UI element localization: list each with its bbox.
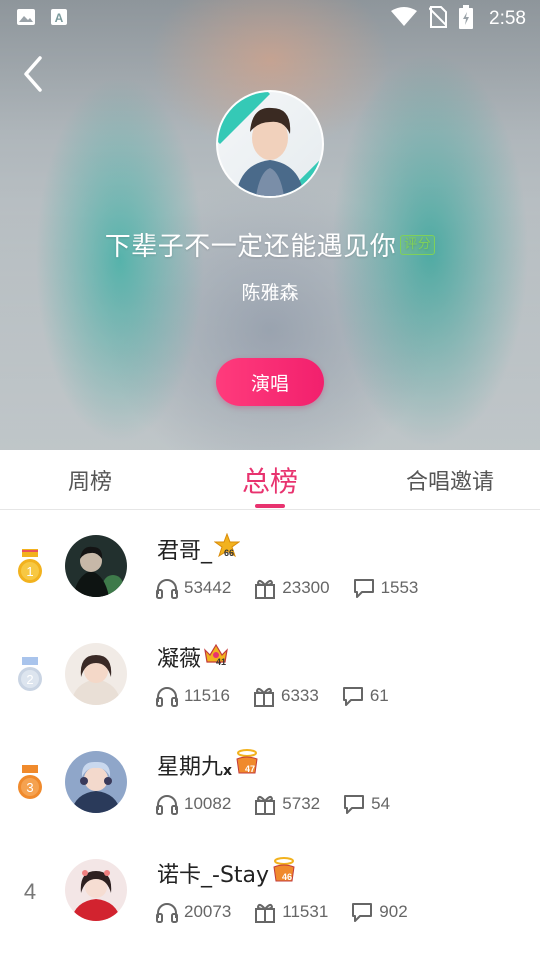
stats: 10082 5732 54: [155, 793, 412, 815]
user-level: 41: [216, 657, 226, 667]
user-name: 诺卡_-Stay: [157, 863, 270, 888]
gold-medal-icon: 1: [18, 549, 42, 583]
headphone-icon: [156, 903, 178, 923]
list-item[interactable]: 2 凝薇 41 11516 6333 61: [0, 619, 540, 727]
user-name: 君哥_: [157, 539, 213, 564]
song-title: 下辈子不一定还能遇见你: [104, 232, 397, 262]
tab-chorus-invite[interactable]: 合唱邀请: [360, 450, 540, 509]
silver-medal-icon: 2: [18, 657, 42, 691]
rank-number: 1: [26, 564, 33, 579]
stats: 53442 23300 1553: [155, 577, 440, 599]
status-bar: A 2:58: [0, 0, 540, 38]
gift-count: 11531: [282, 902, 329, 921]
comment-icon: [352, 903, 373, 922]
tab-weekly[interactable]: 周榜: [0, 450, 180, 509]
headphone-icon: [156, 687, 178, 707]
bronze-medal-icon: 3: [18, 765, 42, 799]
song-tag: 评分: [400, 234, 436, 255]
battery-icon: [459, 5, 474, 33]
gift-count: 23300: [282, 578, 330, 597]
tab-overall[interactable]: 总榜: [180, 450, 360, 509]
user-level: 47: [245, 764, 255, 774]
user-name: 凝薇: [157, 647, 202, 672]
comment-count: 1553: [380, 578, 419, 597]
user-name-line: 诺卡_-Stay 46: [157, 857, 297, 889]
headphone-icon: [156, 795, 178, 815]
user-level: 46: [282, 872, 292, 882]
user-name: 星期九: [157, 755, 224, 780]
sing-button[interactable]: 演唱: [216, 358, 324, 406]
list-item[interactable]: 3 星期九 x 47 10082 5732 54: [0, 727, 540, 835]
gift-icon: [254, 687, 275, 707]
avatar[interactable]: [65, 643, 127, 705]
listen-count: 53442: [184, 578, 232, 597]
user-name-line: 凝薇 41: [157, 641, 229, 673]
chevron-left-icon: [24, 56, 42, 92]
status-time: 2:58: [489, 8, 526, 29]
user-level: 66: [224, 548, 234, 558]
no-sim-icon: [428, 6, 448, 32]
rank-number: 4: [23, 879, 37, 904]
gift-count: 6333: [281, 686, 319, 705]
image-icon: [16, 7, 36, 31]
ranking-tabs: 周榜 总榜 合唱邀请: [0, 450, 540, 510]
stats: 11516 6333 61: [155, 685, 411, 707]
ranking-list: 1 君哥_ 66 53442 23300 1553 2 凝薇 41 11516 …: [0, 511, 540, 943]
back-button[interactable]: [18, 54, 54, 94]
crown-level-icon: 41: [203, 641, 229, 673]
text-icon: A: [50, 8, 68, 30]
comment-icon: [344, 795, 365, 814]
song-title-line: 下辈子不一定还能遇见你 评分: [0, 228, 540, 266]
halo-level-icon: 47: [234, 749, 260, 781]
rank-number: 2: [26, 672, 33, 687]
gift-icon: [255, 903, 276, 923]
rank-badge: 4: [16, 873, 44, 913]
user-name-suffix: x: [223, 763, 233, 779]
comment-icon: [353, 579, 374, 598]
comment-count: 902: [379, 902, 408, 921]
listen-count: 11516: [184, 686, 231, 705]
gift-icon: [255, 579, 276, 599]
list-item[interactable]: 1 君哥_ 66 53442 23300 1553: [0, 511, 540, 619]
gift-icon: [255, 795, 276, 815]
svg-text:A: A: [55, 11, 64, 25]
avatar[interactable]: [65, 859, 127, 921]
listen-count: 10082: [184, 794, 232, 813]
rank-number: 3: [26, 780, 33, 795]
gift-count: 5732: [282, 794, 321, 813]
avatar[interactable]: [65, 535, 127, 597]
headphone-icon: [156, 579, 178, 599]
rank-badge: 1: [16, 549, 44, 589]
avatar[interactable]: [65, 751, 127, 813]
star-level-icon: 66: [213, 532, 241, 565]
rank-badge: 3: [16, 765, 44, 805]
comment-count: 54: [371, 794, 391, 813]
stats: 20073 11531 902: [155, 901, 430, 923]
rank-badge: 2: [16, 657, 44, 697]
wifi-icon: [391, 7, 418, 31]
comment-count: 61: [369, 686, 389, 705]
user-name-line: 星期九 x 47: [157, 749, 260, 781]
artist-name[interactable]: 陈雅森: [0, 278, 540, 305]
list-item[interactable]: 4 诺卡_-Stay 46 20073 11531 902: [0, 835, 540, 943]
halo-level-icon: 46: [271, 857, 297, 889]
album-cover: [216, 90, 324, 198]
listen-count: 20073: [184, 902, 232, 921]
user-name-line: 君哥_ 66: [157, 532, 241, 565]
comment-icon: [342, 687, 363, 706]
